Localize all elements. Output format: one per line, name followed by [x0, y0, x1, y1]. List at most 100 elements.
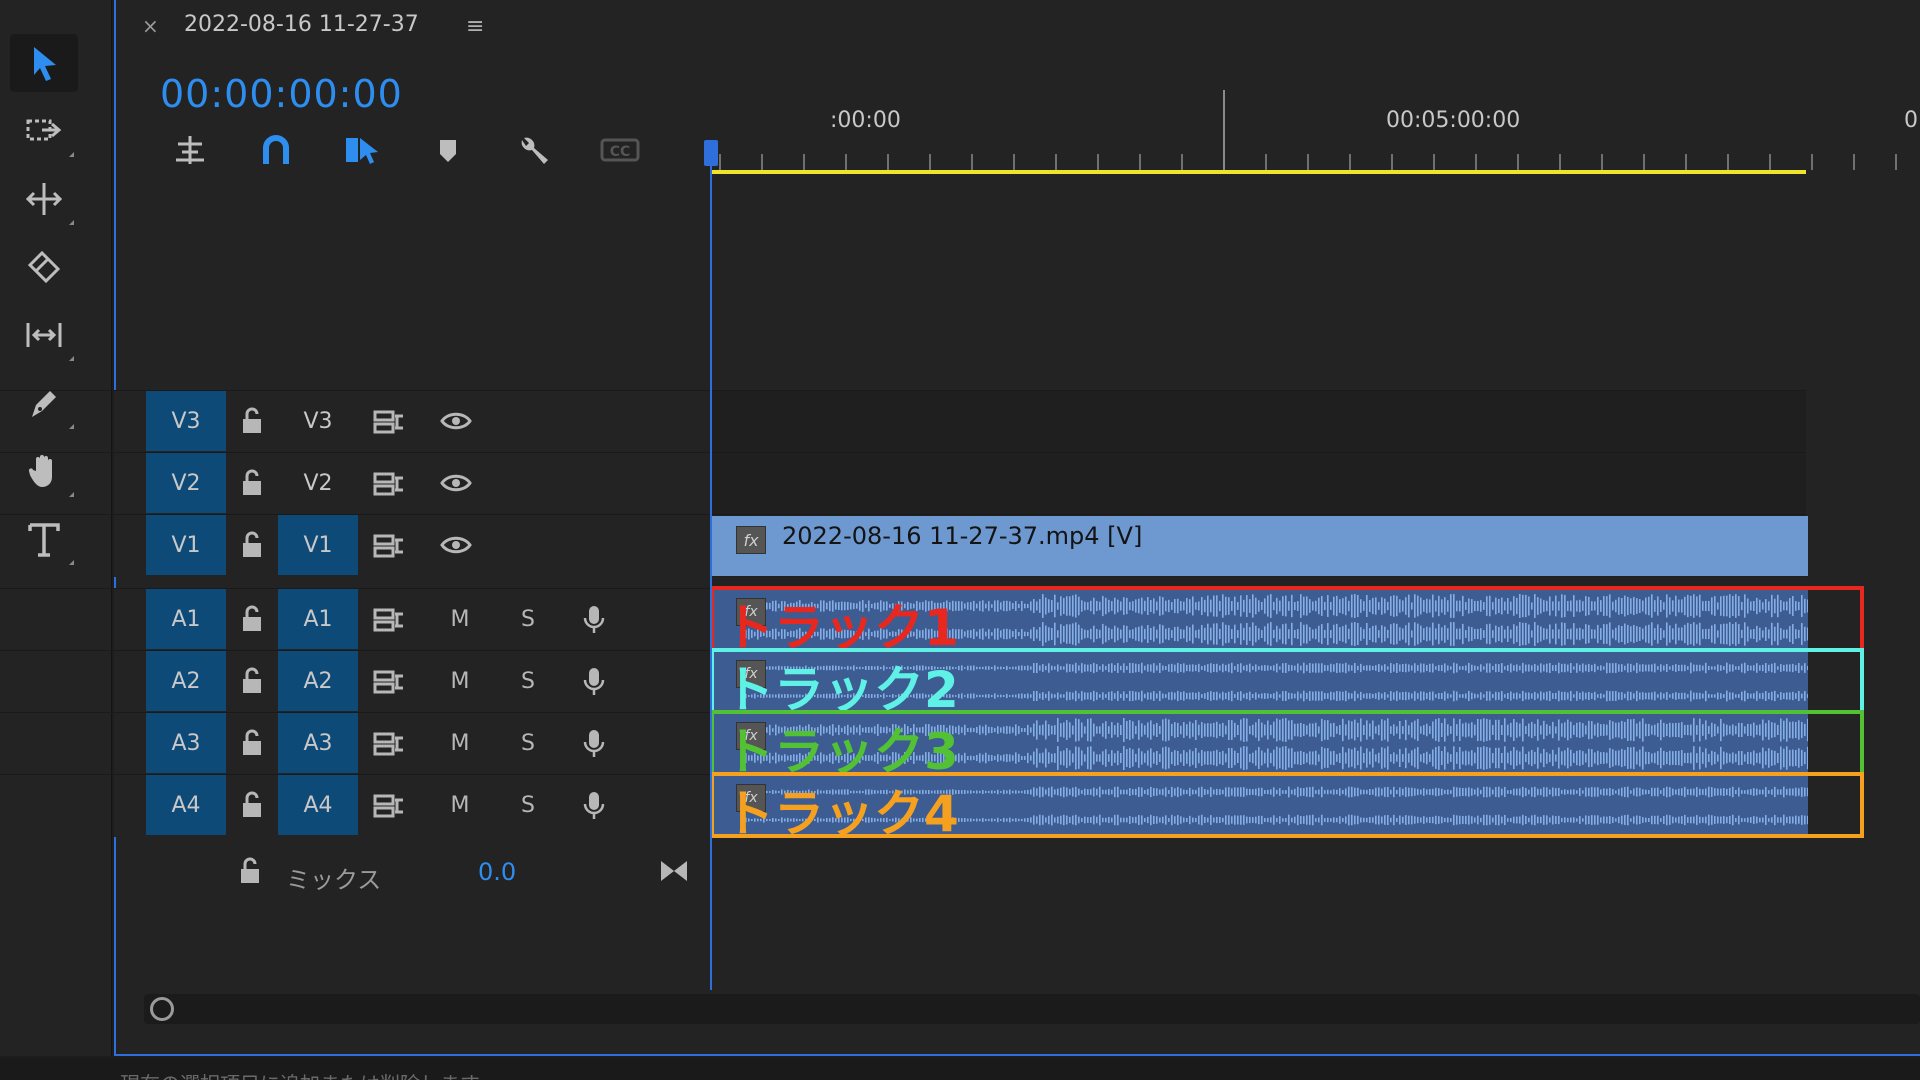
mute-button[interactable]: M [440, 713, 480, 773]
ruler-label-5min: 00:05:00:00 [1386, 108, 1521, 133]
track-header: V2 V2 [114, 453, 708, 515]
time-ruler[interactable]: :00:00 00:05:00:00 0 [710, 90, 1918, 174]
voiceover-mic-icon[interactable] [574, 651, 614, 711]
sync-lock-icon[interactable] [368, 651, 408, 711]
target-patch[interactable]: V1 [278, 515, 358, 575]
video-track-row: V3 V3 [0, 390, 1806, 453]
source-patch[interactable]: A3 [146, 713, 226, 773]
lock-icon[interactable] [232, 589, 272, 649]
target-patch[interactable]: A3 [278, 713, 358, 773]
slip-tool-button[interactable] [10, 306, 78, 364]
video-clip[interactable]: fx 2022-08-16 11-27-37.mp4 [V] [712, 516, 1808, 576]
solo-button[interactable]: S [508, 775, 548, 835]
voiceover-mic-icon[interactable] [574, 775, 614, 835]
solo-button[interactable]: S [508, 713, 548, 773]
timeline-settings-button[interactable] [512, 130, 556, 170]
insert-sequence-as-nest-button[interactable] [168, 130, 212, 170]
captions-button[interactable]: CC [598, 130, 642, 170]
snap-button[interactable] [254, 130, 298, 170]
lock-icon[interactable] [232, 515, 272, 575]
track-header: V1 V1 [114, 515, 708, 577]
video-clip-name: 2022-08-16 11-27-37.mp4 [V] [782, 522, 1143, 550]
svg-text:CC: CC [610, 144, 631, 160]
track-lane[interactable] [710, 391, 1806, 453]
sync-lock-icon[interactable] [368, 391, 408, 451]
lock-icon[interactable] [232, 713, 272, 773]
source-patch[interactable]: A1 [146, 589, 226, 649]
ripple-edit-tool-button[interactable] [10, 170, 78, 228]
solo-button[interactable]: S [508, 651, 548, 711]
sync-lock-icon[interactable] [368, 453, 408, 513]
track-header: A3 A3 M S [114, 713, 708, 775]
lock-icon[interactable] [232, 775, 272, 835]
mix-volume-value[interactable]: 0.0 [478, 858, 516, 886]
work-area-bar[interactable] [710, 170, 1806, 174]
marker-icon [440, 140, 456, 162]
ruler-label-next: 0 [1904, 108, 1918, 133]
mute-button[interactable]: M [440, 775, 480, 835]
source-patch[interactable]: V2 [146, 453, 226, 513]
ruler-label-start: :00:00 [830, 108, 901, 133]
horizontal-scrollbar[interactable] [144, 994, 1920, 1024]
ripple-edit-icon [25, 183, 63, 215]
track-select-forward-icon [26, 119, 62, 141]
playhead-line[interactable] [710, 150, 712, 990]
annotation-label: トラック4 [724, 785, 959, 843]
voiceover-mic-icon[interactable] [574, 589, 614, 649]
eye-icon[interactable] [436, 515, 476, 575]
sync-lock-icon[interactable] [368, 515, 408, 575]
cc-icon: CC [600, 138, 640, 162]
lock-icon[interactable] [232, 391, 272, 451]
wrench-icon [521, 137, 548, 164]
close-tab-icon[interactable]: × [142, 14, 159, 38]
source-patch[interactable]: A4 [146, 775, 226, 835]
razor-tool-button[interactable] [10, 238, 78, 296]
lock-icon[interactable] [232, 651, 272, 711]
status-bar: 現在の選択項目に追加または削除します [0, 1058, 1920, 1080]
track-select-tool-button[interactable] [10, 102, 78, 160]
mix-bowtie-icon[interactable] [658, 856, 690, 890]
voiceover-mic-icon[interactable] [574, 713, 614, 773]
target-patch[interactable]: V2 [278, 453, 358, 513]
status-text: 現在の選択項目に追加または削除します [120, 1068, 480, 1080]
sync-lock-icon[interactable] [368, 589, 408, 649]
lock-icon[interactable] [232, 453, 272, 513]
mix-label: ミックス [286, 866, 382, 894]
sequence-tab-title[interactable]: 2022-08-16 11-27-37 [184, 12, 419, 37]
source-patch[interactable]: A2 [146, 651, 226, 711]
sync-lock-icon[interactable] [368, 775, 408, 835]
sync-lock-icon[interactable] [368, 713, 408, 773]
add-marker-button[interactable] [426, 130, 470, 170]
track-header: A1 A1 M S [114, 589, 708, 651]
selection-arrow-icon [34, 47, 56, 81]
track-header: V3 V3 [114, 391, 708, 453]
mix-track: ミックス 0.0 [114, 842, 1920, 904]
video-track-row: V2 V2 [0, 452, 1806, 515]
selection-tool-button[interactable] [10, 34, 78, 92]
mix-lock-icon[interactable] [236, 856, 264, 890]
magnet-icon [263, 135, 289, 164]
solo-button[interactable]: S [508, 589, 548, 649]
mute-button[interactable]: M [440, 651, 480, 711]
playhead-timecode[interactable]: 00:00:00:00 [160, 72, 403, 116]
source-patch[interactable]: V3 [146, 391, 226, 451]
mute-button[interactable]: M [440, 589, 480, 649]
razor-icon [27, 250, 61, 284]
eye-icon[interactable] [436, 453, 476, 513]
playhead-handle[interactable] [704, 140, 718, 166]
source-patch[interactable]: V1 [146, 515, 226, 575]
panel-menu-icon[interactable]: ≡ [466, 14, 484, 39]
scrollbar-handle[interactable] [150, 997, 174, 1021]
target-patch[interactable]: A2 [278, 651, 358, 711]
nest-icon [176, 136, 204, 164]
target-patch[interactable]: A1 [278, 589, 358, 649]
slip-icon [26, 323, 62, 347]
eye-icon[interactable] [436, 391, 476, 451]
target-patch[interactable]: A4 [278, 775, 358, 835]
track-header: A2 A2 M S [114, 651, 708, 713]
track-lane[interactable] [710, 453, 1806, 515]
track-header: A4 A4 M S [114, 775, 708, 837]
linked-selection-button[interactable] [340, 130, 384, 170]
target-patch[interactable]: V3 [278, 391, 358, 451]
fx-badge: fx [736, 526, 766, 554]
